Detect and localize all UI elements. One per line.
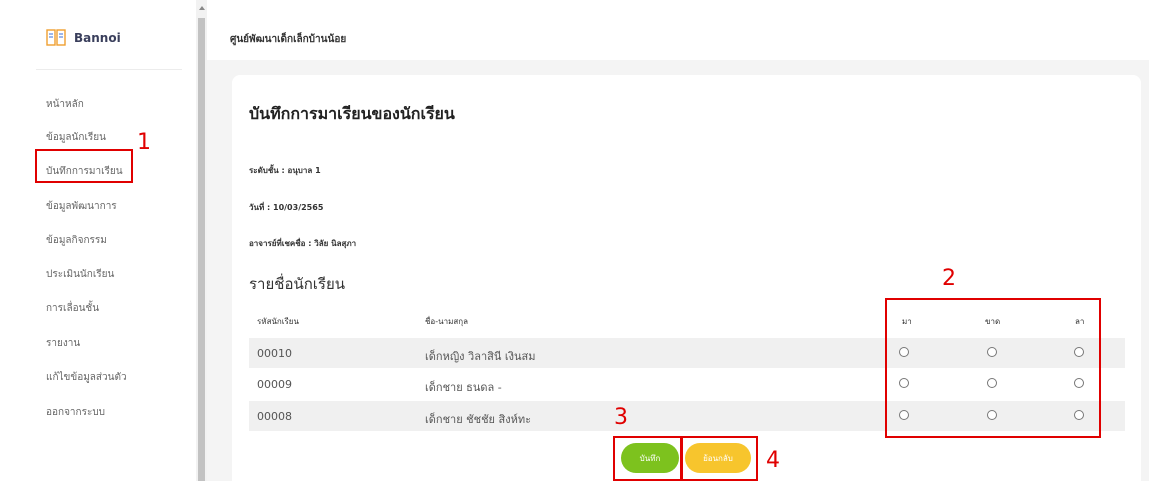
annotation-number-2: 2	[942, 266, 956, 291]
column-header-name: ชื่อ-นามสกุล	[425, 317, 468, 326]
book-icon	[46, 29, 66, 46]
sidebar-item-activities[interactable]: ข้อมูลกิจกรรม	[46, 233, 107, 248]
annotation-box-3	[613, 436, 682, 481]
topbar	[207, 0, 1149, 60]
student-name: เด็กชาย ธนดล -	[425, 381, 502, 394]
student-id: 00008	[257, 410, 292, 423]
sidebar-item-home[interactable]: หน้าหลัก	[46, 97, 84, 112]
brand-name: Bannoi	[74, 31, 121, 45]
student-name: เด็กหญิง วิลาสินี เงินสม	[425, 350, 536, 363]
student-list-title: รายชื่อนักเรียน	[249, 275, 346, 293]
sidebar-item-report[interactable]: รายงาน	[46, 336, 80, 351]
sidebar-item-development[interactable]: ข้อมูลพัฒนาการ	[46, 199, 117, 214]
student-name: เด็กชาย ชัชชัย สิงห์ทะ	[425, 413, 531, 426]
sidebar-item-promotion[interactable]: การเลื่อนชั้น	[46, 301, 99, 316]
teacher-name: อาจารย์ที่เชคชื่อ : วิลัย นิลสุภา	[249, 239, 357, 248]
page-title: บันทึกการมาเรียนของนักเรียน	[249, 104, 455, 123]
attendance-date: วันที่ : 10/03/2565	[249, 203, 324, 212]
student-id: 00010	[257, 347, 292, 360]
annotation-number-4: 4	[766, 448, 780, 473]
sidebar-item-profile[interactable]: แก้ไขข้อมูลส่วนตัว	[46, 370, 127, 385]
brand[interactable]: Bannoi	[46, 28, 121, 48]
sidebar-item-evaluation[interactable]: ประเมินนักเรียน	[46, 267, 114, 282]
brand-divider	[36, 69, 182, 70]
annotation-box-4	[681, 436, 758, 481]
class-level: ระดับชั้น : อนุบาล 1	[249, 166, 321, 175]
scrollbar-thumb[interactable]	[198, 18, 205, 481]
scroll-up-arrow-icon[interactable]	[199, 6, 205, 10]
annotation-number-3: 3	[614, 405, 628, 430]
annotation-box-1	[35, 149, 133, 183]
annotation-box-2	[885, 298, 1101, 438]
annotation-number-1: 1	[137, 130, 151, 155]
sidebar-item-students[interactable]: ข้อมูลนักเรียน	[46, 130, 106, 145]
sidebar-item-logout[interactable]: ออกจากระบบ	[46, 405, 105, 420]
school-title: ศูนย์พัฒนาเด็กเล็กบ้านน้อย	[230, 34, 347, 45]
student-id: 00009	[257, 378, 292, 391]
column-header-id: รหัสนักเรียน	[257, 317, 299, 326]
